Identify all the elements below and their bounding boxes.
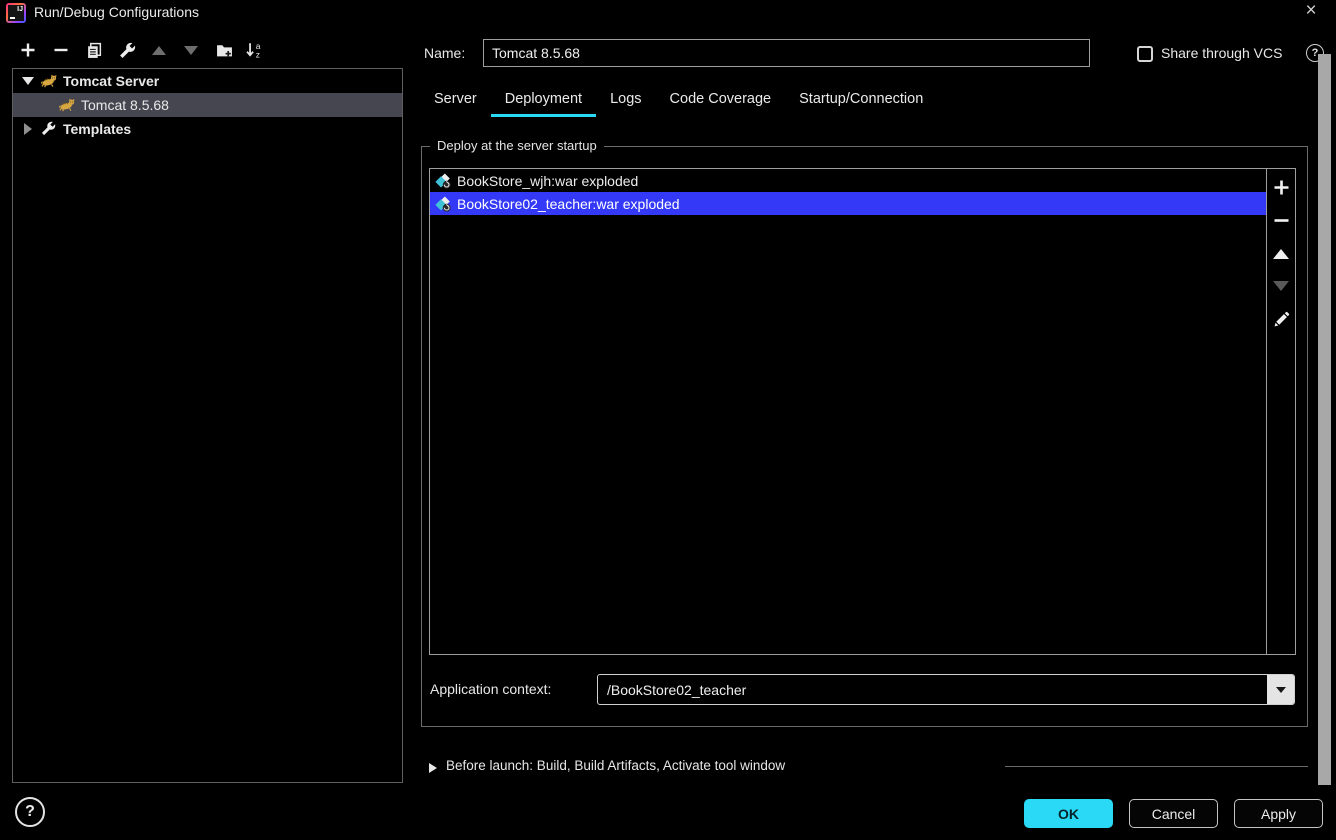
wrench-icon [119, 42, 135, 58]
tomcat-icon [41, 73, 57, 89]
chevron-collapsed-icon[interactable] [21, 123, 35, 135]
remove-deployment-button[interactable] [1271, 210, 1291, 230]
edit-defaults-button[interactable] [115, 38, 139, 62]
pencil-icon [1274, 311, 1289, 326]
configuration-tabs: Server Deployment Logs Code Coverage Sta… [420, 84, 937, 117]
tree-item-label: Tomcat 8.5.68 [81, 97, 169, 113]
up-arrow-icon [1273, 249, 1289, 259]
deployment-list-item-selected[interactable]: BookStore02_teacher:war exploded [430, 192, 1266, 215]
edit-deployment-button[interactable] [1271, 309, 1291, 329]
help-button[interactable]: ? [15, 797, 45, 827]
tree-item-tomcat-server[interactable]: Tomcat Server [13, 69, 402, 93]
ok-button[interactable]: OK [1024, 799, 1113, 828]
tomcat-icon [59, 97, 75, 113]
tree-item-label: Templates [63, 121, 132, 137]
tree-item-templates[interactable]: Templates [13, 117, 402, 141]
application-context-dropdown-button[interactable] [1267, 675, 1294, 704]
vertical-scrollbar-thumb[interactable] [1318, 54, 1331, 785]
cancel-button[interactable]: Cancel [1129, 799, 1218, 828]
deployment-item-label: BookStore_wjh:war exploded [457, 172, 639, 189]
tree-item-tomcat-8-5-68[interactable]: Tomcat 8.5.68 [13, 93, 402, 117]
war-exploded-artifact-icon [435, 196, 451, 212]
move-up-button[interactable] [147, 38, 171, 62]
dialog-title: Run/Debug Configurations [34, 4, 199, 20]
application-context-label: Application context: [430, 681, 552, 697]
sort-alpha-icon: a z [246, 41, 261, 59]
close-icon[interactable]: × [1298, 0, 1324, 24]
before-launch-divider [1005, 766, 1308, 767]
chevron-expanded-icon[interactable] [21, 77, 35, 85]
before-launch-expander[interactable] [429, 760, 437, 778]
share-vcs-label: Share through VCS [1161, 45, 1283, 61]
tree-item-label: Tomcat Server [63, 73, 160, 89]
application-context-combobox [597, 674, 1295, 705]
move-down-icon [184, 45, 198, 55]
before-launch-label: Before launch: Build, Build Artifacts, A… [446, 758, 786, 773]
run-debug-configurations-dialog: IJ Run/Debug Configurations × a z Tomcat… [0, 0, 1336, 840]
remove-configuration-button[interactable] [49, 38, 73, 62]
tab-deployment[interactable]: Deployment [490, 84, 597, 117]
deployment-list-toolbar [1266, 169, 1295, 654]
add-deployment-button[interactable] [1271, 177, 1291, 197]
move-deployment-up-button[interactable] [1271, 244, 1291, 264]
logo-text: IJ [17, 6, 23, 13]
configurations-tree: Tomcat Server Tomcat 8.5.68 Templates [12, 68, 403, 783]
name-input[interactable] [483, 39, 1090, 67]
tab-server[interactable]: Server [420, 84, 491, 117]
minus-icon [54, 48, 68, 52]
plus-icon [1274, 180, 1288, 194]
logo-bar [10, 17, 15, 19]
tab-code-coverage[interactable]: Code Coverage [656, 84, 786, 117]
plus-icon [21, 43, 35, 57]
share-vcs-checkbox[interactable] [1137, 46, 1153, 62]
copy-icon [87, 42, 101, 58]
tab-startup-connection[interactable]: Startup/Connection [785, 84, 937, 117]
name-label: Name: [424, 45, 466, 61]
tab-logs[interactable]: Logs [596, 84, 655, 117]
copy-configuration-button[interactable] [82, 38, 106, 62]
move-down-button[interactable] [179, 38, 203, 62]
apply-button[interactable]: Apply [1234, 799, 1323, 828]
add-configuration-button[interactable] [16, 38, 40, 62]
svg-text:z: z [256, 49, 260, 59]
dropdown-arrow-icon [1275, 686, 1286, 693]
move-up-icon [152, 45, 166, 55]
intellij-logo-icon: IJ [6, 3, 26, 23]
chevron-collapsed-icon [429, 763, 437, 773]
deployment-item-label: BookStore02_teacher:war exploded [457, 195, 680, 212]
down-arrow-icon [1273, 281, 1289, 291]
move-deployment-down-button[interactable] [1271, 276, 1291, 296]
minus-icon [1274, 218, 1288, 222]
new-folder-icon [216, 44, 232, 56]
war-exploded-artifact-icon [435, 173, 451, 189]
sort-configurations-button[interactable]: a z [242, 38, 266, 62]
new-folder-button[interactable] [212, 38, 236, 62]
application-context-input[interactable] [598, 675, 1266, 704]
deployment-list: BookStore_wjh:war exploded BookStore02_t… [429, 168, 1296, 655]
deploy-group-title: Deploy at the server startup [430, 138, 604, 153]
templates-wrench-icon [41, 121, 57, 137]
deployment-list-item[interactable]: BookStore_wjh:war exploded [430, 169, 1266, 192]
